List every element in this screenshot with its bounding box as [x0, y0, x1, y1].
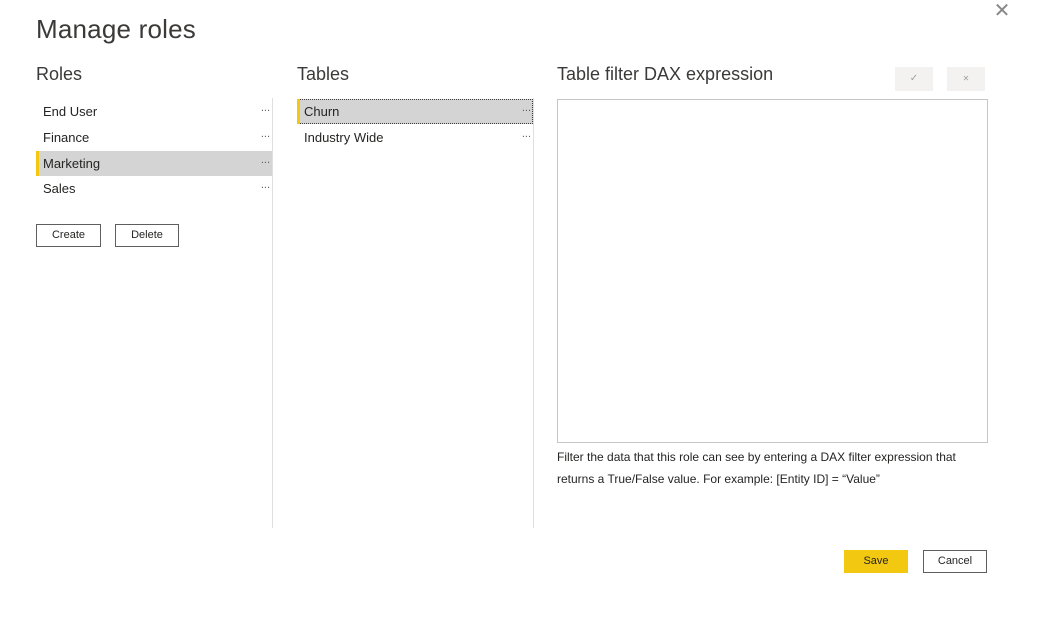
role-item-label: Finance: [43, 130, 90, 145]
role-item-label: Sales: [43, 181, 76, 196]
save-button[interactable]: Save: [844, 550, 908, 573]
more-options-icon[interactable]: ...: [261, 173, 270, 198]
dialog-title: Manage roles: [36, 14, 196, 44]
more-options-icon[interactable]: ...: [261, 148, 270, 173]
table-item-label: Industry Wide: [304, 130, 384, 145]
more-options-icon[interactable]: ...: [261, 96, 270, 121]
dax-expression-input[interactable]: [557, 99, 988, 443]
accept-expression-button[interactable]: ✓: [895, 67, 933, 91]
more-options-icon[interactable]: ...: [261, 122, 270, 147]
tables-heading: Tables: [297, 64, 350, 84]
roles-heading: Roles: [36, 64, 83, 84]
role-item-sales[interactable]: Sales ...: [36, 176, 272, 201]
table-item-industry-wide[interactable]: Industry Wide ...: [297, 125, 533, 150]
dax-help-text: Filter the data that this role can see b…: [557, 450, 956, 486]
cancel-button[interactable]: Cancel: [923, 550, 987, 573]
table-item-churn[interactable]: Churn ...: [297, 99, 533, 124]
dax-heading: Table filter DAX expression: [557, 64, 774, 84]
role-item-finance[interactable]: Finance ...: [36, 125, 272, 150]
discard-expression-button[interactable]: ✕: [947, 67, 985, 91]
column-divider: [272, 98, 273, 528]
table-item-label: Churn: [304, 104, 340, 119]
create-role-button[interactable]: Create: [36, 224, 101, 247]
role-item-marketing[interactable]: Marketing ...: [36, 151, 272, 176]
more-options-icon[interactable]: ...: [522, 122, 531, 147]
more-options-icon[interactable]: ...: [522, 96, 531, 121]
close-icon: ✕: [962, 74, 970, 83]
delete-role-button[interactable]: Delete: [115, 224, 179, 247]
role-item-end-user[interactable]: End User ...: [36, 99, 272, 124]
check-icon: ✓: [909, 73, 919, 84]
column-divider: [533, 98, 534, 528]
role-item-label: End User: [43, 104, 98, 119]
role-item-label: Marketing: [43, 156, 101, 171]
close-icon[interactable]: ✕: [992, 0, 1012, 20]
